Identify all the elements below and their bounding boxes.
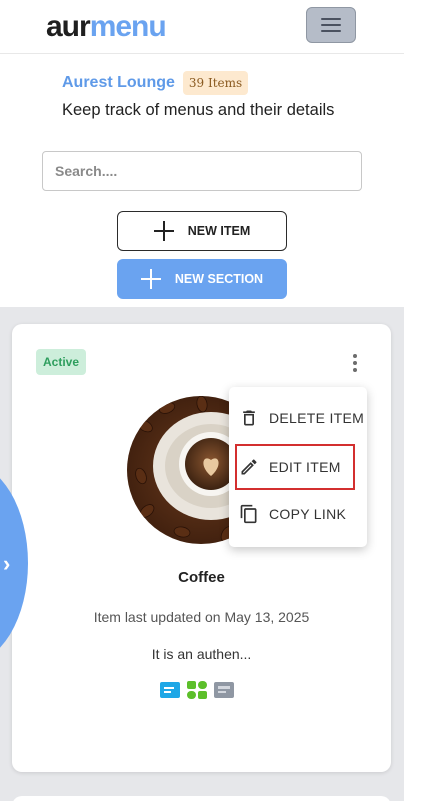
chevron-right-icon[interactable]: › [3,553,10,575]
new-section-button[interactable]: NEW SECTION [117,259,287,299]
hamburger-icon [321,18,341,20]
pencil-icon [241,459,257,475]
copy-link-menu-item[interactable]: COPY LINK [229,491,367,537]
item-tag-icons [160,681,234,699]
new-item-label: NEW ITEM [187,224,251,238]
plus-icon [140,269,161,289]
blue-card-icon[interactable] [160,681,180,699]
next-item-card[interactable] [12,796,391,801]
new-item-button[interactable]: NEW ITEM [117,211,287,251]
more-options-icon[interactable] [348,352,362,374]
venue-title-row: Aurest Lounge 39 Items [62,71,249,95]
item-name: Coffee [178,569,225,586]
copy-icon [240,504,257,524]
new-section-label: NEW SECTION [174,272,264,286]
plus-icon [153,221,174,241]
venue-name: Aurest Lounge [62,74,175,91]
trash-icon [243,410,255,426]
edit-item-label: EDIT ITEM [269,459,341,475]
search-input[interactable] [42,151,362,191]
edit-item-menu-item[interactable]: EDIT ITEM [235,444,355,490]
delete-item-menu-item[interactable]: DELETE ITEM [229,395,367,441]
page-subtitle: Keep track of menus and their details [62,101,335,119]
logo-part-aur: aur [46,10,91,43]
last-updated-text: Item last updated on May 13, 2025 [93,609,310,625]
item-description: It is an authen... [151,646,252,662]
logo-part-menu: menu [89,10,167,43]
top-header: aurmenu [0,0,404,54]
status-badge: Active [36,349,87,375]
item-count-badge: 39 Items [182,71,249,95]
item-options-menu: DELETE ITEM EDIT ITEM COPY LINK [229,387,367,547]
delete-item-label: DELETE ITEM [269,410,365,426]
copy-link-label: COPY LINK [269,506,347,522]
app-page: aurmenu Aurest Lounge 39 Items Keep trac… [0,0,429,801]
hamburger-menu-button[interactable] [306,7,356,43]
gray-folder-icon[interactable] [214,681,234,699]
green-grid-icon[interactable] [187,681,207,699]
app-logo[interactable]: aurmenu [46,8,167,46]
